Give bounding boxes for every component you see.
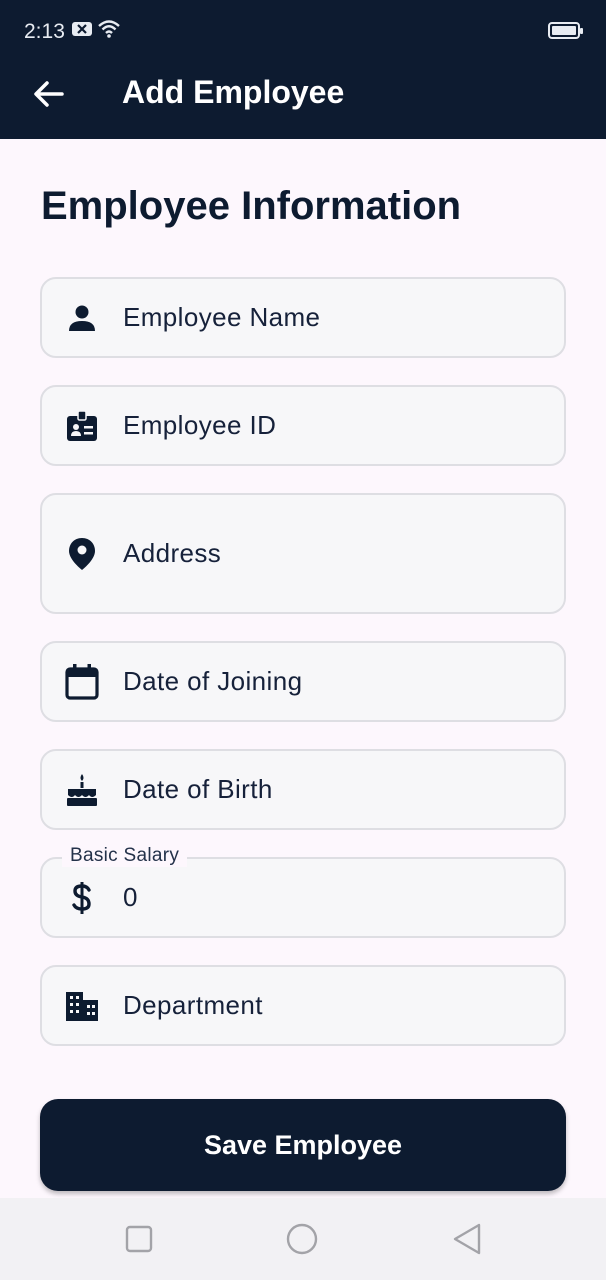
square-recents-icon[interactable] — [122, 1222, 156, 1256]
building-icon — [64, 988, 100, 1024]
department-label: Department — [123, 990, 263, 1020]
employee-id-field[interactable]: Employee ID — [40, 385, 566, 466]
save-employee-button[interactable]: Save Employee — [40, 1099, 566, 1191]
basic-salary-value: 0 — [123, 882, 138, 912]
basic-salary-field[interactable]: Basic Salary 0 — [40, 845, 566, 938]
department-field[interactable]: Department — [40, 965, 566, 1046]
arrow-left-icon — [32, 80, 64, 113]
status-time: 2:13 — [24, 20, 65, 43]
system-nav-bar — [0, 1198, 606, 1280]
badge-icon — [64, 408, 100, 444]
date-of-joining-field[interactable]: Date of Joining — [40, 641, 566, 722]
employee-name-label: Employee Name — [123, 302, 321, 332]
back-button[interactable] — [28, 76, 68, 116]
app-bar: Add Employee — [0, 60, 606, 139]
circle-home-icon[interactable] — [285, 1222, 319, 1256]
location-pin-icon — [64, 536, 100, 572]
basic-salary-label: Basic Salary — [62, 845, 188, 867]
employee-name-field[interactable]: Employee Name — [40, 277, 566, 358]
employee-id-label: Employee ID — [123, 410, 277, 440]
person-icon — [64, 300, 100, 336]
notification-x-icon — [72, 21, 92, 42]
page-title: Add Employee — [122, 74, 345, 110]
status-bar: 2:13 — [0, 0, 606, 60]
calendar-icon — [64, 663, 100, 700]
wifi-icon — [98, 20, 120, 43]
cake-icon — [64, 772, 100, 808]
triangle-back-icon[interactable] — [450, 1222, 484, 1256]
date-of-birth-field[interactable]: Date of Birth — [40, 749, 566, 830]
date-of-birth-label: Date of Birth — [123, 774, 273, 804]
date-of-joining-label: Date of Joining — [123, 666, 303, 696]
address-label: Address — [123, 538, 222, 568]
dollar-icon — [64, 880, 100, 916]
status-icons — [72, 20, 120, 43]
battery-icon — [548, 22, 583, 39]
section-title: Employee Information — [41, 184, 462, 228]
address-field[interactable]: Address — [40, 493, 566, 614]
